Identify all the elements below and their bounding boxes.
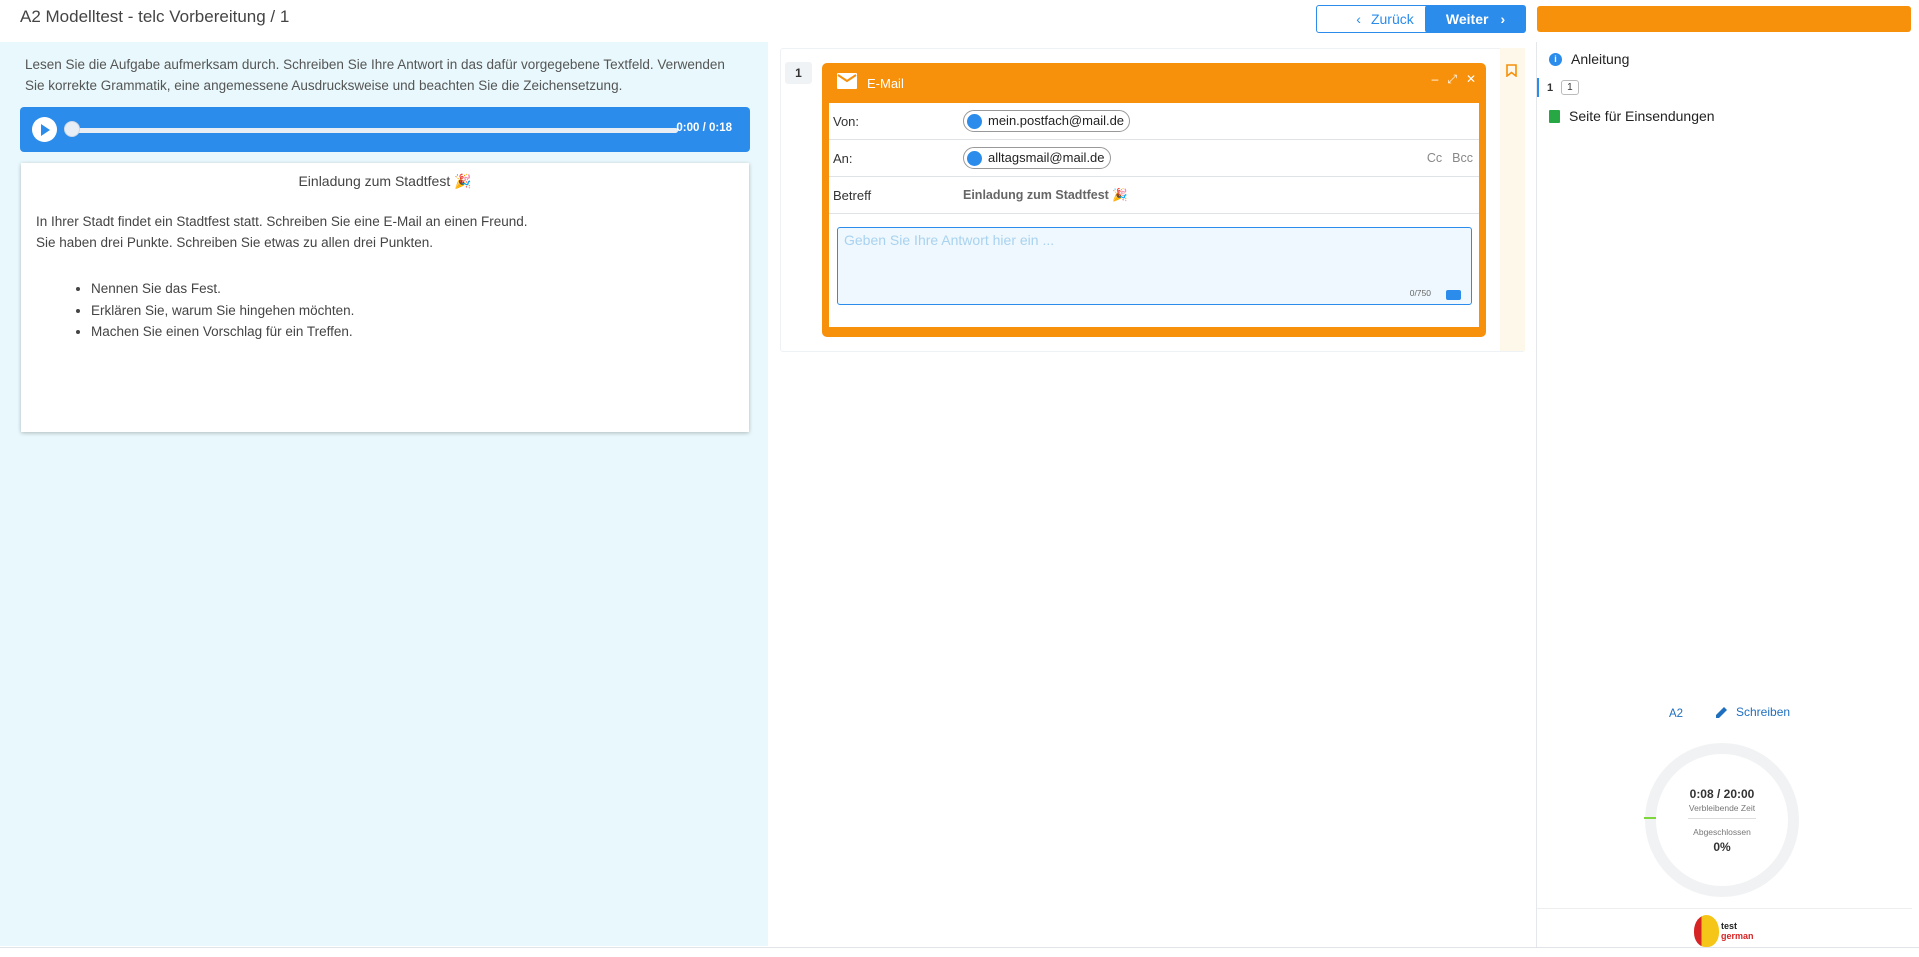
cc-link[interactable]: Cc — [1427, 151, 1442, 165]
sidebar-item-instructions[interactable]: i Anleitung — [1549, 51, 1629, 67]
timer-time: 0:08 / 20:00 — [1689, 787, 1755, 801]
question-nav-button[interactable]: 1 — [1561, 80, 1579, 95]
audio-player: 0:00 / 0:18 — [20, 107, 750, 152]
play-button[interactable] — [32, 117, 57, 142]
task-point: Machen Sie einen Vorschlag für ein Treff… — [91, 321, 354, 343]
question-index: 1 — [1547, 81, 1554, 94]
task-instructions: Lesen Sie die Aufgabe aufmerksam durch. … — [25, 57, 725, 93]
task-line-2: Sie haben drei Punkte. Schreiben Sie etw… — [36, 235, 433, 250]
email-window-title: E-Mail — [867, 76, 904, 91]
question-nav: 1 1 — [1537, 78, 1579, 97]
close-icon[interactable]: ✕ — [1466, 72, 1476, 87]
next-button[interactable]: Weiter › — [1425, 5, 1526, 33]
bookmark-icon[interactable] — [1506, 64, 1517, 77]
next-button-label: Weiter — [1445, 11, 1489, 27]
keyboard-icon[interactable] — [1446, 290, 1461, 300]
from-label: Von: — [833, 114, 860, 129]
answer-box: 0/750 — [837, 227, 1472, 305]
play-icon — [40, 123, 50, 136]
chevron-right-icon: › — [1500, 11, 1506, 27]
logo-line-2: german — [1721, 931, 1754, 941]
level-badge: A2 — [1669, 708, 1684, 720]
pencil-icon — [1716, 707, 1727, 718]
envelope-icon — [837, 73, 857, 89]
to-label: An: — [833, 151, 853, 166]
subject-label: Betreff — [833, 188, 872, 203]
email-title-bar: E-Mail – ⤢ ✕ — [822, 63, 1486, 102]
logo-text: test german — [1721, 921, 1754, 941]
from-address: mein.postfach@mail.de — [988, 113, 1125, 128]
audio-time: 0:00 / 0:18 — [676, 122, 732, 134]
bottom-border — [0, 947, 1919, 948]
bcc-link[interactable]: Bcc — [1452, 151, 1473, 165]
audio-seek-thumb[interactable] — [64, 121, 80, 137]
from-row: Von: mein.postfach@mail.de — [829, 103, 1479, 140]
email-window: E-Mail – ⤢ ✕ Von: mein.postfach@mail.de … — [822, 63, 1486, 337]
answer-textarea[interactable] — [844, 232, 1464, 282]
task-card: Einladung zum Stadtfest 🎉 In Ihrer Stadt… — [21, 163, 749, 432]
user-avatar-icon — [967, 114, 982, 129]
timer-widget: 0:08 / 20:00 Verbleibende Zeit Abgeschlo… — [1644, 743, 1799, 897]
document-check-icon — [1549, 109, 1560, 123]
timer-divider — [1688, 818, 1756, 819]
progress-bar-top — [1537, 6, 1911, 32]
task-point: Nennen Sie das Fest. — [91, 278, 354, 300]
window-controls: – ⤢ ✕ — [1432, 72, 1476, 87]
testgerman-logo: test german — [1694, 915, 1754, 947]
sidebar: i Anleitung 1 1 Seite für Einsendungen A… — [1536, 42, 1912, 947]
timer-ring — [1645, 743, 1799, 897]
minimize-icon[interactable]: – — [1432, 72, 1439, 87]
audio-seek-track[interactable] — [72, 128, 678, 133]
subject-row: Betreff Einladung zum Stadtfest 🎉 — [829, 177, 1479, 214]
email-form: Von: mein.postfach@mail.de An: alltagsma… — [829, 103, 1479, 327]
from-chip: mein.postfach@mail.de — [963, 110, 1131, 132]
info-icon: i — [1549, 52, 1562, 66]
sidebar-item-label: Anleitung — [1571, 51, 1630, 67]
logo-face-icon — [1694, 915, 1719, 947]
chevron-left-icon: ‹ — [1356, 11, 1361, 27]
sidebar-item-label: Seite für Einsendungen — [1569, 108, 1715, 124]
timer-progress-mark — [1644, 817, 1656, 819]
expand-icon[interactable]: ⤢ — [1447, 72, 1457, 87]
logo-line-1: test — [1721, 921, 1738, 931]
active-indicator — [1537, 78, 1539, 97]
completed-label: Abgeschlossen — [1693, 827, 1751, 837]
task-description: In Ihrer Stadt findet ein Stadtfest stat… — [36, 211, 528, 253]
to-address: alltagsmail@mail.de — [988, 150, 1105, 165]
task-title: Einladung zum Stadtfest 🎉 — [298, 173, 472, 189]
task-line-1: In Ihrer Stadt findet ein Stadtfest stat… — [36, 214, 528, 229]
timer-remaining-label: Verbleibende Zeit — [1688, 803, 1756, 813]
page-title: A2 Modelltest - telc Vorbereitung / 1 — [20, 7, 290, 26]
back-button-label: Zurück — [1370, 11, 1414, 27]
completed-value: 0% — [1713, 840, 1731, 854]
char-count: 0/750 — [1409, 288, 1431, 298]
sidebar-item-submissions[interactable]: Seite für Einsendungen — [1549, 108, 1715, 124]
to-chip: alltagsmail@mail.de — [963, 147, 1111, 169]
to-row: An: alltagsmail@mail.de Cc Bcc — [829, 140, 1479, 177]
subject-value: Einladung zum Stadtfest 🎉 — [963, 188, 1128, 202]
skill-text: Schreiben — [1736, 705, 1791, 719]
user-avatar-icon — [967, 151, 982, 166]
question-number: 1 — [785, 62, 812, 84]
footer-divider — [1537, 908, 1912, 909]
bookmark-strip — [1500, 48, 1525, 351]
cc-bcc-links: Cc Bcc — [1427, 151, 1473, 165]
task-panel: Lesen Sie die Aufgabe aufmerksam durch. … — [0, 42, 768, 946]
task-points: Nennen Sie das Fest. Erklären Sie, warum… — [91, 278, 354, 343]
skill-label: Schreiben — [1715, 705, 1790, 719]
task-point: Erklären Sie, warum Sie hingehen möchten… — [91, 300, 354, 322]
header-bar: A2 Modelltest - telc Vorbereitung / 1 ‹ … — [0, 0, 1919, 38]
